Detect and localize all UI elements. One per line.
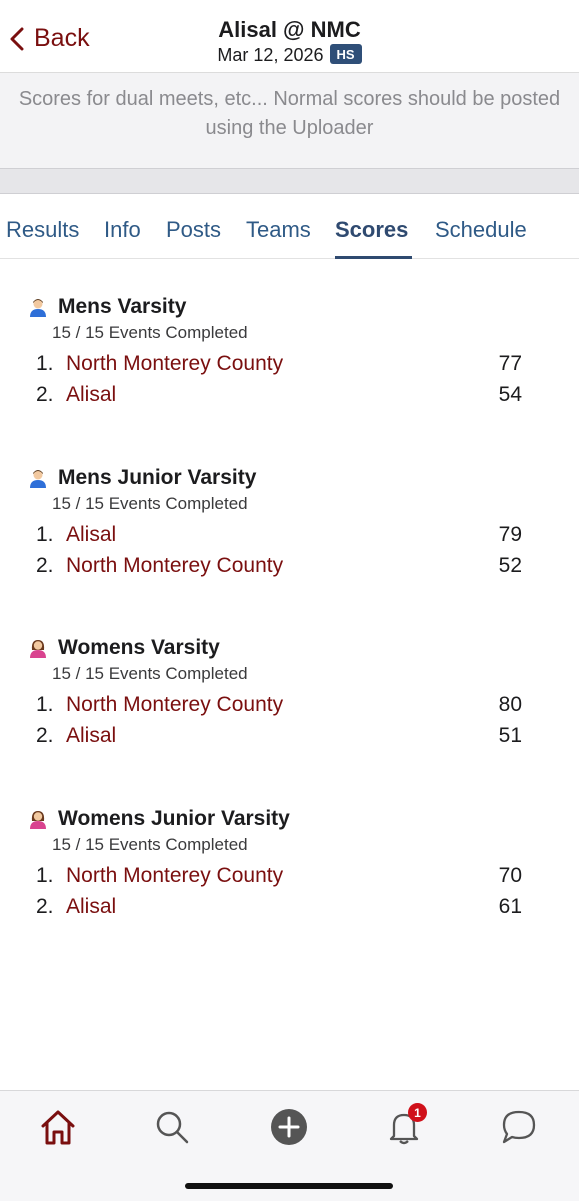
female-person-icon	[30, 811, 46, 829]
tab-results[interactable]: Results	[6, 217, 79, 243]
score-row: 2. Alisal 54	[0, 383, 579, 413]
home-indicator	[185, 1183, 393, 1189]
team-link[interactable]: Alisal	[66, 383, 116, 407]
events-completed: 15 / 15 Events Completed	[52, 323, 248, 342]
meet-date-line: Mar 12, 2026 HS	[0, 44, 579, 66]
scores-notice: Scores for dual meets, etc... Normal sco…	[0, 72, 579, 169]
team-score: 61	[498, 895, 522, 918]
tab-info[interactable]: Info	[104, 217, 141, 243]
section-title: Womens Junior Varsity	[58, 807, 290, 830]
team-score: 54	[498, 383, 522, 406]
page-title: Alisal @ NMC	[218, 17, 361, 42]
events-completed: 15 / 15 Events Completed	[52, 664, 248, 683]
team-score: 80	[498, 693, 522, 716]
messages-button[interactable]	[497, 1105, 541, 1149]
team-score: 51	[498, 724, 522, 747]
rank: 2.	[36, 724, 54, 747]
meet-date: Mar 12, 2026	[217, 45, 324, 65]
level-badge: HS	[329, 44, 362, 64]
score-row: 1. North Monterey County 77	[0, 352, 579, 382]
rank: 2.	[36, 895, 54, 918]
events-completed: 15 / 15 Events Completed	[52, 494, 248, 513]
section-header: Mens Junior Varsity	[28, 466, 256, 490]
rank: 1.	[36, 352, 54, 375]
section-title: Mens Varsity	[58, 295, 187, 318]
team-link[interactable]: Alisal	[66, 724, 116, 748]
search-button[interactable]	[150, 1105, 194, 1149]
male-person-icon	[30, 470, 46, 488]
team-score: 79	[498, 523, 522, 546]
section-title: Mens Junior Varsity	[58, 466, 257, 489]
nav-header: Back Alisal @ NMC Mar 12, 2026 HS	[0, 0, 579, 72]
section-header: Mens Varsity	[28, 295, 186, 319]
rank: 2.	[36, 383, 54, 406]
tab-schedule[interactable]: Schedule	[435, 217, 527, 243]
add-icon	[271, 1109, 307, 1145]
score-row: 2. Alisal 61	[0, 895, 579, 925]
team-score: 52	[498, 554, 522, 577]
search-icon	[156, 1111, 189, 1144]
team-link[interactable]: North Monterey County	[66, 352, 283, 376]
add-button[interactable]	[267, 1105, 311, 1149]
male-person-icon	[30, 299, 46, 317]
female-person-icon	[30, 640, 46, 658]
tab-teams[interactable]: Teams	[246, 217, 311, 243]
score-row: 2. North Monterey County 52	[0, 554, 579, 584]
score-row: 2. Alisal 51	[0, 724, 579, 754]
notice-text: Scores for dual meets, etc... Normal sco…	[18, 88, 561, 139]
active-tab-indicator	[335, 256, 412, 259]
rank: 1.	[36, 864, 54, 887]
section-header: Womens Varsity	[28, 636, 220, 660]
team-score: 70	[498, 864, 522, 887]
score-row: 1. North Monterey County 70	[0, 864, 579, 894]
section-header: Womens Junior Varsity	[28, 807, 290, 831]
tab-bar: Results Info Posts Teams Scores Schedule	[0, 193, 579, 259]
score-row: 1. Alisal 79	[0, 523, 579, 553]
notification-badge: 1	[408, 1103, 427, 1122]
section-title: Womens Varsity	[58, 636, 220, 659]
events-completed: 15 / 15 Events Completed	[52, 835, 248, 854]
rank: 2.	[36, 554, 54, 577]
team-score: 77	[498, 352, 522, 375]
notifications-button[interactable]: 1	[382, 1103, 427, 1149]
rank: 1.	[36, 523, 54, 546]
team-link[interactable]: Alisal	[66, 523, 116, 547]
team-link[interactable]: Alisal	[66, 895, 116, 919]
tab-scores[interactable]: Scores	[335, 217, 408, 243]
rank: 1.	[36, 693, 54, 716]
tab-posts[interactable]: Posts	[166, 217, 221, 243]
chat-icon	[502, 1110, 536, 1144]
team-link[interactable]: North Monterey County	[66, 554, 283, 578]
score-row: 1. North Monterey County 80	[0, 693, 579, 723]
home-button[interactable]	[36, 1105, 80, 1149]
home-icon	[41, 1110, 75, 1145]
section-separator	[0, 168, 579, 194]
team-link[interactable]: North Monterey County	[66, 693, 283, 717]
team-link[interactable]: North Monterey County	[66, 864, 283, 888]
